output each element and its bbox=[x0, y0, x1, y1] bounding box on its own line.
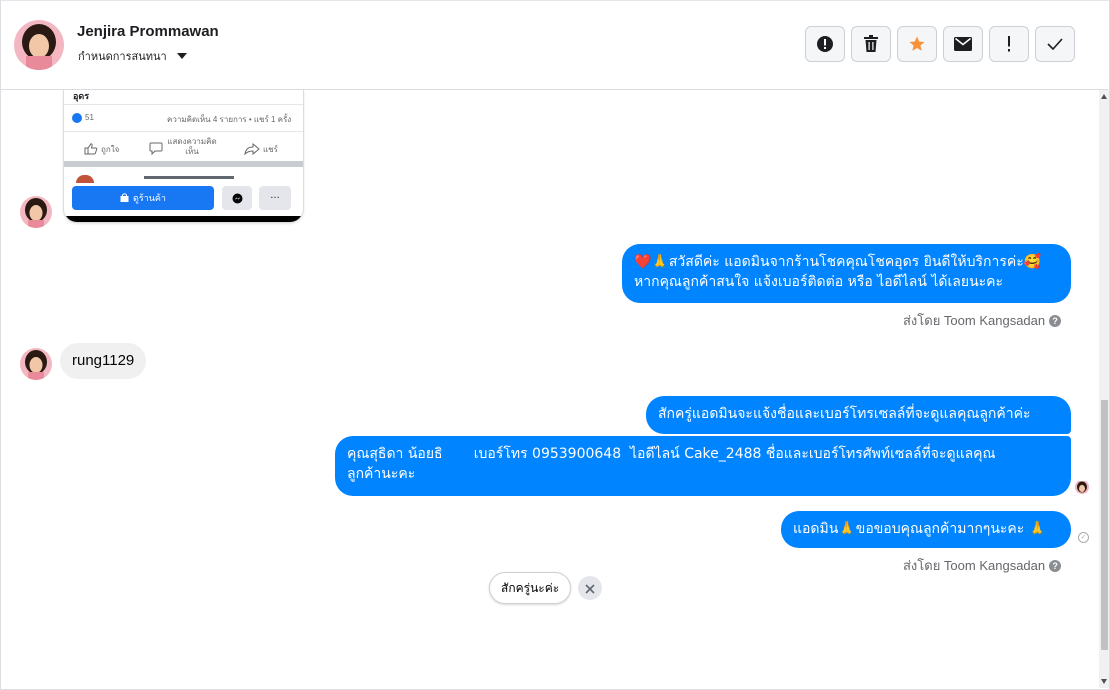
alert-icon bbox=[816, 35, 834, 53]
sent-by-label: ส่งโดย Toom Kangsadan ? bbox=[903, 310, 1062, 331]
exclamation-icon bbox=[1006, 36, 1012, 52]
view-shop-button: ดูร้านค้า bbox=[72, 186, 214, 210]
message-text: สักครู่แอดมินจะแจ้งชื่อและเบอร์โทรเซลล์ท… bbox=[658, 406, 1031, 422]
post-city: อุดร bbox=[73, 91, 90, 101]
post-partial-row bbox=[64, 167, 303, 183]
shopping-bag-icon bbox=[120, 192, 129, 204]
trash-icon bbox=[863, 35, 879, 53]
post-stats: ความคิดเห็น 4 รายการ • แชร์ 1 ครั้ง bbox=[167, 115, 292, 124]
spam-button[interactable] bbox=[989, 26, 1029, 62]
message-bubble-outgoing[interactable]: สักครู่แอดมินจะแจ้งชื่อและเบอร์โทรเซลล์ท… bbox=[646, 396, 1071, 434]
help-icon[interactable]: ? bbox=[1049, 314, 1062, 327]
caret-down-icon bbox=[176, 53, 187, 59]
more-label: ··· bbox=[259, 186, 291, 210]
divider bbox=[64, 131, 303, 132]
conversation-header: Jenjira Prommawan กำหนดการสนทนา bbox=[1, 1, 1108, 90]
read-receipt-avatar bbox=[1075, 480, 1089, 494]
share-icon bbox=[244, 140, 260, 156]
message-text: แอดมิน🙏ขอขอบคุณลูกค้ามากๆนะคะ 🙏 bbox=[793, 521, 1047, 537]
help-icon[interactable]: ? bbox=[1049, 559, 1062, 572]
star-button[interactable] bbox=[897, 26, 937, 62]
quick-reply-chip[interactable]: สักครู่นะค่ะ bbox=[489, 572, 572, 604]
delete-button[interactable] bbox=[851, 26, 891, 62]
conversation-toolbar bbox=[805, 26, 1075, 62]
message-bubble-outgoing[interactable]: ❤️🙏สวัสดีค่ะ แอดมินจากร้านโชคคุณโชคอุดร … bbox=[622, 244, 1071, 303]
scroll-up-arrow-icon[interactable] bbox=[1101, 94, 1107, 99]
divider bbox=[64, 104, 303, 105]
scroll-down-arrow-icon[interactable] bbox=[1101, 679, 1107, 684]
message-bubble-incoming[interactable]: rung1129 bbox=[60, 343, 147, 379]
quick-reply-label: สักครู่นะค่ะ bbox=[501, 581, 560, 595]
contact-name: Jenjira Prommawan bbox=[77, 23, 219, 40]
close-icon bbox=[585, 579, 595, 598]
envelope-icon bbox=[954, 37, 972, 51]
sender-name: ส่งโดย Toom Kangsadan bbox=[903, 558, 1046, 573]
close-quick-reply-button[interactable] bbox=[578, 576, 602, 600]
message-bubble-outgoing[interactable]: แอดมิน🙏ขอขอบคุณลูกค้ามากๆนะคะ 🙏 bbox=[781, 511, 1071, 548]
delivered-check-icon: ✓ bbox=[1078, 532, 1089, 543]
thumbs-up-icon bbox=[84, 140, 98, 155]
message-text: หากคุณลูกค้าสนใจ แจ้งเบอร์ติดต่อ หรือ ไอ… bbox=[634, 274, 1004, 290]
comment-label: แสดงความคิดเห็น bbox=[167, 137, 217, 156]
messenger-icon bbox=[222, 186, 252, 210]
mark-unread-button[interactable] bbox=[943, 26, 983, 62]
divider bbox=[64, 216, 303, 222]
avatar bbox=[20, 196, 52, 228]
like-reaction-icon bbox=[72, 113, 82, 123]
message-text: คุณสุธิดา น้อยธิ เบอร์โทร 0953900648 ไอด… bbox=[347, 446, 996, 462]
scrollbar[interactable] bbox=[1099, 90, 1109, 688]
conversation-schedule-dropdown[interactable]: กำหนดการสนทนา bbox=[78, 47, 187, 65]
share-label: แชร์ bbox=[263, 145, 278, 154]
like-label: ถูกใจ bbox=[101, 145, 120, 154]
sent-by-label: ส่งโดย Toom Kangsadan ? bbox=[903, 555, 1062, 576]
mark-done-button[interactable] bbox=[1035, 26, 1075, 62]
shared-post-image[interactable]: อุดร 51 ความคิดเห็น 4 รายการ • แชร์ 1 คร… bbox=[63, 90, 304, 223]
comment-icon bbox=[149, 140, 163, 156]
post-like-count: 51 bbox=[85, 113, 94, 122]
view-shop-label: ดูร้านค้า bbox=[133, 193, 166, 203]
avatar bbox=[20, 348, 52, 380]
message-text: ลูกค้านะคะ bbox=[347, 466, 416, 482]
star-icon bbox=[908, 35, 926, 53]
scrollbar-thumb[interactable] bbox=[1101, 400, 1108, 650]
avatar[interactable] bbox=[14, 20, 64, 70]
message-text: ❤️🙏สวัสดีค่ะ แอดมินจากร้านโชคคุณโชคอุดร … bbox=[634, 254, 1042, 270]
sender-name: ส่งโดย Toom Kangsadan bbox=[903, 313, 1046, 328]
message-bubble-outgoing[interactable]: คุณสุธิดา น้อยธิ เบอร์โทร 0953900648 ไอด… bbox=[335, 436, 1071, 496]
message-text: rung1129 bbox=[72, 352, 135, 369]
check-icon bbox=[1047, 38, 1063, 50]
schedule-label: กำหนดการสนทนา bbox=[78, 51, 167, 63]
report-button[interactable] bbox=[805, 26, 845, 62]
